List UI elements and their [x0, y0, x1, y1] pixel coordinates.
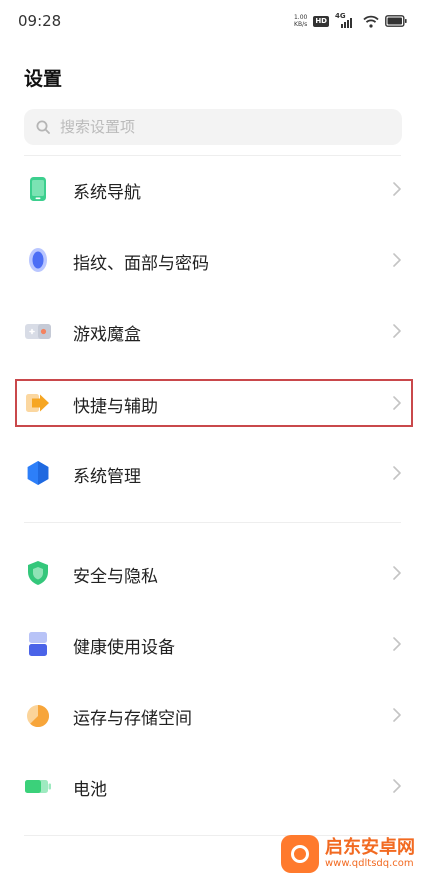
- highlight-box: [15, 379, 413, 427]
- chevron-right-icon: [393, 566, 401, 580]
- wifi-icon: [363, 15, 379, 28]
- watermark-url: www.qdltsdq.com: [325, 858, 414, 869]
- network-speed: 1.00 KB/s: [294, 14, 307, 28]
- phone-icon: [30, 177, 46, 201]
- settings-item-battery[interactable]: 电池: [0, 751, 425, 821]
- search-icon: [36, 120, 50, 134]
- network-speed-value: 1.00: [293, 14, 308, 21]
- settings-item-memory-storage[interactable]: 运存与存储空间: [0, 680, 425, 750]
- status-time: 09:28: [18, 12, 62, 30]
- chevron-right-icon: [393, 253, 401, 267]
- settings-item-label: 安全与隐私: [73, 567, 158, 587]
- watermark-text: 启东安卓网 www.qdltsdq.com: [325, 838, 415, 870]
- hd-badge: HD: [313, 15, 329, 27]
- settings-item-label: 电池: [73, 780, 107, 800]
- network-speed-unit: KB/s: [294, 21, 308, 28]
- chevron-right-icon: [393, 779, 401, 793]
- chevron-right-icon: [393, 466, 401, 480]
- shield-icon: [28, 561, 48, 585]
- cellular-signal-icon: 4G: [335, 12, 357, 29]
- chevron-right-icon: [393, 637, 401, 651]
- page-title: 设置: [24, 68, 63, 90]
- fingerprint-icon: [29, 248, 47, 272]
- pie-chart-icon: [27, 705, 50, 728]
- search-bar[interactable]: [24, 109, 402, 145]
- watermark-title: 启东安卓网: [325, 837, 415, 858]
- settings-item-label: 健康使用设备: [73, 638, 175, 658]
- divider: [24, 522, 401, 523]
- watermark: 启东安卓网 www.qdltsdq.com: [281, 835, 415, 873]
- settings-item-label: 游戏魔盒: [73, 325, 141, 345]
- settings-item-label: 系统导航: [73, 183, 141, 203]
- status-icons: 1.00 KB/s HD 4G: [294, 12, 407, 30]
- hexagon-icon: [27, 461, 49, 485]
- chevron-right-icon: [393, 324, 401, 338]
- gamepad-icon: [25, 324, 51, 339]
- search-input[interactable]: [58, 117, 362, 137]
- chevron-right-icon: [393, 182, 401, 196]
- settings-item-label: 系统管理: [73, 467, 141, 487]
- settings-item-system-navigation[interactable]: 系统导航: [0, 154, 425, 224]
- chevron-right-icon: [393, 708, 401, 722]
- battery-status-icon: [385, 15, 407, 27]
- settings-item-fingerprint-face-password[interactable]: 指纹、面部与密码: [0, 225, 425, 295]
- settings-item-label: 运存与存储空间: [73, 709, 192, 729]
- settings-item-security-privacy[interactable]: 安全与隐私: [0, 538, 425, 608]
- battery-icon: [25, 780, 51, 793]
- settings-item-game-box[interactable]: 游戏魔盒: [0, 296, 425, 366]
- status-bar: 09:28 1.00 KB/s HD 4G: [0, 0, 425, 44]
- watermark-logo-icon: [281, 835, 319, 873]
- settings-item-system-management[interactable]: 系统管理: [0, 438, 425, 508]
- hourglass-icon: [29, 632, 47, 656]
- settings-item-label: 指纹、面部与密码: [73, 254, 209, 274]
- settings-item-healthy-device-usage[interactable]: 健康使用设备: [0, 609, 425, 679]
